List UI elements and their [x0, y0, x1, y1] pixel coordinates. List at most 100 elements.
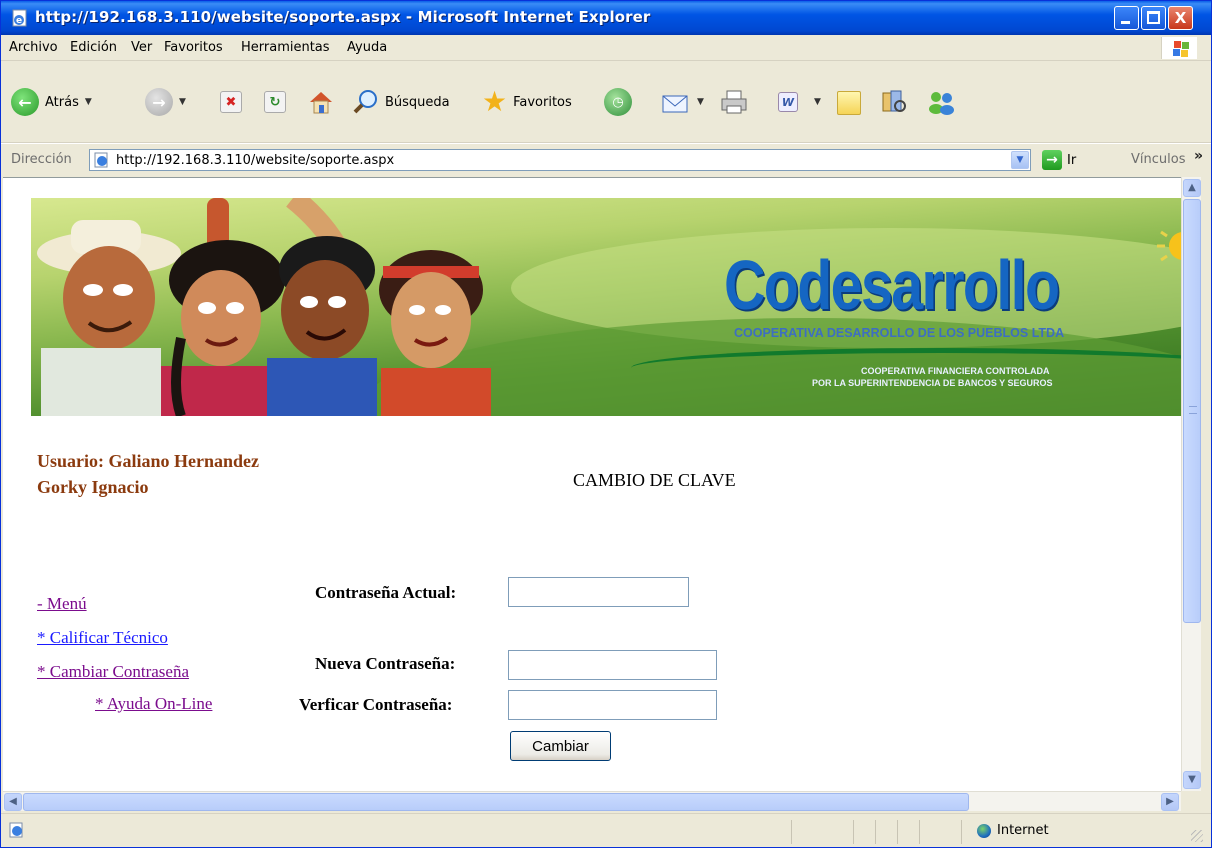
messenger-button[interactable] [927, 89, 957, 115]
page-viewport: Codesarrollo COOPERATIVA DESARROLLO DE L… [3, 177, 1181, 791]
vertical-scroll-thumb[interactable] [1183, 199, 1201, 623]
codesarrollo-banner: Codesarrollo COOPERATIVA DESARROLLO DE L… [31, 198, 1181, 416]
resize-grip-icon[interactable] [1191, 830, 1203, 842]
menu-ayuda[interactable]: Ayuda [347, 40, 387, 55]
printer-icon [721, 90, 747, 114]
status-divider [897, 820, 898, 844]
star-icon: ★ [482, 85, 508, 118]
research-icon [882, 90, 906, 112]
links-label[interactable]: Vínculos [1131, 152, 1185, 167]
chevron-down-icon: ▼ [1016, 155, 1024, 165]
horizontal-scroll-thumb[interactable] [23, 793, 969, 811]
favorites-label: Favoritos [513, 94, 572, 110]
page-title: CAMBIO DE CLAVE [573, 470, 736, 490]
link-ayuda-online[interactable]: * Ayuda On-Line [95, 694, 212, 714]
forward-button[interactable]: → ▼ [145, 88, 186, 116]
status-divider [875, 820, 876, 844]
menu-bar: Archivo Edición Ver Favoritos Herramient… [1, 35, 1211, 61]
mail-button[interactable]: ▼ [661, 89, 704, 115]
chevron-left-icon: ◀ [9, 796, 17, 807]
status-divider [961, 820, 962, 844]
chevron-up-icon: ▲ [1188, 182, 1196, 193]
favorites-button[interactable]: ★ Favoritos [482, 85, 572, 118]
scroll-right-button[interactable]: ▶ [1161, 793, 1179, 811]
print-button[interactable] [719, 89, 749, 115]
word-icon: W [778, 92, 798, 112]
codesarrollo-logo: Codesarrollo [724, 246, 1060, 324]
scroll-up-button[interactable]: ▲ [1183, 179, 1201, 197]
chevron-down-icon: ▼ [814, 97, 821, 107]
user-name-text: Usuario: Galiano Hernandez Gorky Ignacio [37, 451, 260, 497]
address-dropdown-button[interactable]: ▼ [1011, 151, 1029, 169]
back-arrow-icon: ← [11, 88, 39, 116]
discuss-button[interactable] [837, 91, 861, 115]
messenger-icon [929, 92, 954, 115]
cambiar-button[interactable]: Cambiar [510, 731, 611, 761]
edit-button[interactable]: W ▼ [778, 92, 821, 112]
search-icon [353, 90, 377, 114]
zone-label: Internet [997, 823, 1049, 838]
browser-window: e http://192.168.3.110/website/soporte.a… [0, 0, 1212, 848]
status-bar: Internet [1, 813, 1211, 847]
window-title: http://192.168.3.110/website/soporte.asp… [35, 8, 651, 26]
chevron-right-icon: ▶ [1166, 796, 1174, 807]
refresh-icon: ↻ [264, 91, 286, 113]
verify-password-label: Verficar Contraseña: [299, 695, 453, 714]
status-divider [919, 820, 920, 844]
globe-icon [977, 823, 991, 838]
menu-archivo[interactable]: Archivo [9, 40, 58, 55]
menu-favoritos[interactable]: Favoritos [164, 40, 223, 55]
sun-icon [1157, 230, 1181, 262]
chevron-more-icon[interactable]: » [1194, 148, 1203, 164]
new-password-label: Nueva Contraseña: [315, 654, 456, 673]
grip-icon [1189, 406, 1197, 414]
menu-herramientas[interactable]: Herramientas [241, 40, 330, 55]
horizontal-scrollbar[interactable]: ◀ ▶ [3, 791, 1181, 811]
chevron-down-icon: ▼ [84, 97, 92, 107]
maximize-button[interactable] [1141, 6, 1166, 30]
minimize-button[interactable] [1114, 6, 1139, 30]
go-arrow-icon: → [1042, 150, 1062, 170]
title-bar[interactable]: e http://192.168.3.110/website/soporte.a… [1, 1, 1211, 35]
back-label: Atrás [45, 94, 79, 110]
search-label: Búsqueda [385, 94, 450, 110]
forward-arrow-icon: → [145, 88, 173, 116]
note-icon [837, 91, 861, 115]
research-button[interactable] [881, 89, 909, 115]
chevron-down-icon: ▼ [697, 97, 704, 107]
banner-subline-1: COOPERATIVA FINANCIERA CONTROLADA [861, 366, 1050, 376]
search-button[interactable]: Búsqueda [353, 89, 450, 115]
toolbar: ← Atrás ▼ → ▼ ✖ ↻ Búsqueda ★ Favoritos ◷… [1, 61, 1211, 143]
scroll-left-button[interactable]: ◀ [4, 793, 22, 811]
address-input[interactable]: http://192.168.3.110/website/soporte.asp… [89, 149, 1031, 171]
history-icon: ◷ [604, 88, 632, 116]
scroll-down-button[interactable]: ▼ [1183, 771, 1201, 789]
back-button[interactable]: ← Atrás ▼ [11, 88, 92, 116]
home-button[interactable] [307, 88, 335, 116]
history-button[interactable]: ◷ [604, 88, 632, 116]
close-icon: X [1174, 9, 1187, 27]
ie-page-icon [94, 152, 108, 168]
chevron-down-icon: ▼ [179, 97, 186, 107]
link-menu[interactable]: - Menú [37, 594, 87, 614]
stop-button[interactable]: ✖ [220, 91, 242, 113]
link-cambiar-contrasena[interactable]: * Cambiar Contraseña [37, 662, 189, 682]
svg-text:e: e [16, 16, 22, 26]
vertical-scrollbar[interactable]: ▲ ▼ [1181, 177, 1201, 791]
link-calificar-tecnico[interactable]: * Calificar Técnico [37, 628, 168, 648]
current-password-input[interactable] [508, 577, 689, 607]
menu-edicion[interactable]: Edición [70, 40, 117, 55]
banner-subline-2: POR LA SUPERINTENDENCIA DE BANCOS Y SEGU… [812, 378, 1053, 388]
chevron-down-icon: ▼ [1188, 774, 1196, 785]
go-label: Ir [1067, 152, 1077, 168]
status-divider [791, 820, 792, 844]
ie-page-icon [9, 822, 23, 838]
go-button[interactable]: → Ir [1042, 150, 1076, 170]
verify-password-input[interactable] [508, 690, 717, 720]
ie-page-icon: e [12, 9, 27, 27]
refresh-button[interactable]: ↻ [264, 91, 286, 113]
banner-tagline: COOPERATIVA DESARROLLO DE LOS PUEBLOS LT… [734, 326, 1065, 340]
close-button[interactable]: X [1168, 6, 1193, 30]
menu-ver[interactable]: Ver [131, 40, 152, 55]
new-password-input[interactable] [508, 650, 717, 680]
